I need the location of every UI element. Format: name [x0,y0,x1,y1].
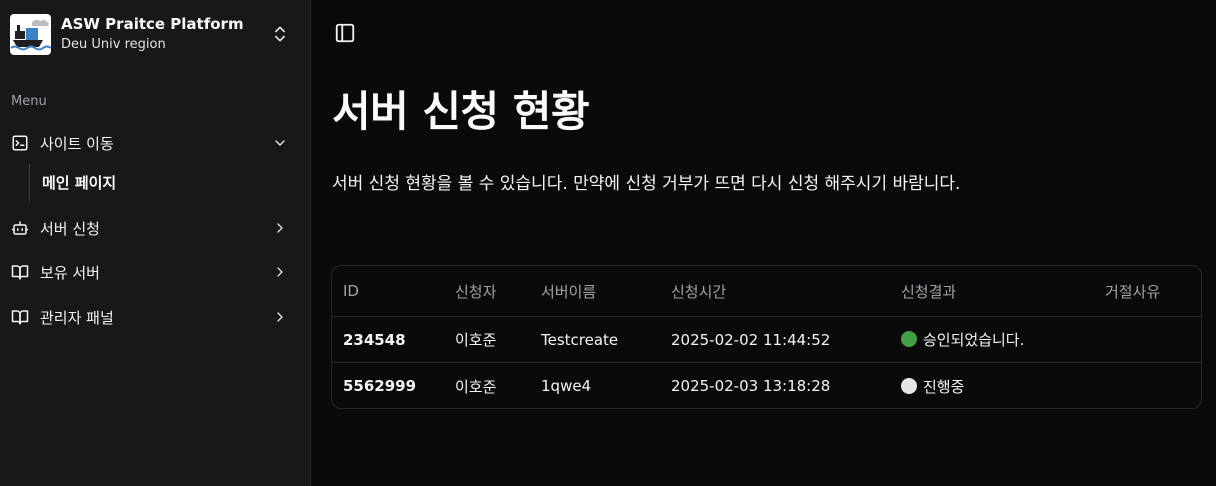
sidebar: ASW Praitce Platform Deu Univ region Men… [0,0,311,486]
cell-request-time: 2025-02-03 13:18:28 [671,377,831,395]
sidebar-subitem-main-page[interactable]: 메인 페이지 [42,172,116,193]
main-content: 서버 신청 현황 서버 신청 현황을 볼 수 있습니다. 만약에 신청 거부가 … [312,0,1216,486]
sidebar-item-label: 보유 서버 [40,263,100,282]
sidebar-toggle-icon[interactable] [334,22,356,44]
cell-server-name: Testcreate [541,330,619,349]
chevron-right-icon [277,223,283,233]
sidebar-item-server-request[interactable]: 서버 신청 [10,212,300,244]
cell-id: 5562999 [343,377,417,395]
status-text: 승인되었습니다. [923,331,1025,349]
table-row: 234548 이호준 Testcreate 2025-02-02 11:44:5… [332,317,1201,363]
cell-id: 234548 [343,330,406,349]
status-white-dot-icon [901,377,917,394]
terminal-icon [10,133,30,153]
chevron-down-icon [275,140,285,146]
column-header-id: ID [343,282,359,300]
team-switcher[interactable]: ASW Praitce Platform Deu Univ region [10,12,300,56]
brand-subtitle: Deu Univ region [61,36,166,52]
cell-server-name: 1qwe4 [541,377,592,395]
chevron-right-icon [277,312,283,322]
cell-request-time: 2025-02-02 11:44:52 [671,330,831,349]
column-header-rejection-reason: 거절사유 [1105,282,1161,301]
cell-result: 승인되었습니다. [901,329,1024,350]
cell-applicant: 이호준 [455,377,497,396]
sidebar-item-label: 서버 신청 [40,219,100,238]
sidebar-item-label: 사이트 이동 [40,134,114,153]
sidebar-item-site-navigation[interactable]: 사이트 이동 [10,127,300,159]
chevron-right-icon [277,267,283,277]
column-header-applicant: 신청자 [455,282,497,301]
status-green-dot-icon [901,331,917,347]
brand-logo [10,13,51,55]
cell-result: 진행중 [901,376,964,397]
column-header-server-name: 서버이름 [541,282,597,301]
bot-icon [10,218,30,238]
cell-applicant: 이호준 [455,331,497,349]
sidebar-item-label: 관리자 패널 [40,308,114,327]
page-title: 서버 신청 현황 [332,87,590,136]
brand-title: ASW Praitce Platform [61,14,244,33]
column-header-request-time: 신청시간 [671,282,727,301]
status-text: 진행중 [923,377,965,396]
table-header-row: ID 신청자 서버이름 신청시간 신청결과 거절사유 [332,266,1201,317]
table-row: 5562999 이호준 1qwe4 2025-02-03 13:18:28 진행… [332,363,1201,408]
book-open-icon [10,262,30,282]
requests-table: ID 신청자 서버이름 신청시간 신청결과 거절사유 234548 이호준 Te… [331,265,1202,409]
sidebar-item-admin-panel[interactable]: 관리자 패널 [10,301,300,333]
sidebar-item-owned-servers[interactable]: 보유 서버 [10,256,300,288]
menu-group-label: Menu [11,94,47,109]
submenu-divider [29,164,30,202]
book-open-icon [10,307,30,327]
page-description: 서버 신청 현황을 볼 수 있습니다. 만약에 신청 거부가 뜨면 다시 신청 … [332,174,961,194]
chevrons-up-down-icon [275,26,285,42]
column-header-result: 신청결과 [901,282,957,301]
